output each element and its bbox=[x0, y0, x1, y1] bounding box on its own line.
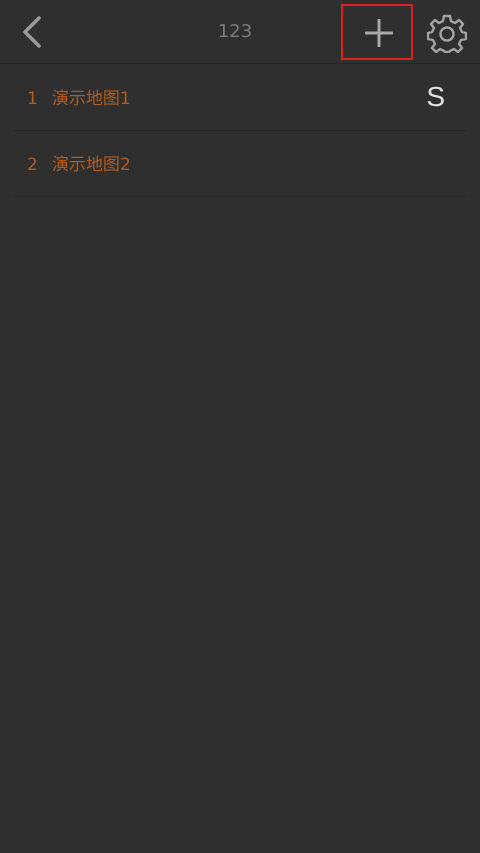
map-title: 2 演示地图2 bbox=[27, 153, 131, 177]
chevron-left-icon bbox=[23, 16, 41, 48]
settings-button[interactable] bbox=[426, 13, 468, 54]
map-list: 1 演示地图1 S 2 演示地图2 bbox=[14, 65, 466, 197]
gear-icon bbox=[426, 14, 468, 54]
map-list-item-2[interactable]: 2 演示地图2 bbox=[14, 131, 466, 197]
map-status-badge: S bbox=[426, 81, 445, 112]
map-name: 演示地图2 bbox=[51, 155, 131, 175]
map-name: 演示地图1 bbox=[51, 89, 131, 109]
plus-icon bbox=[365, 19, 393, 47]
add-map-button[interactable] bbox=[341, 4, 413, 60]
back-button[interactable] bbox=[14, 12, 54, 52]
page-title: 123 bbox=[217, 21, 253, 42]
map-list-screen: 123 1 演示地图1 S 2 演示地图2 bbox=[0, 0, 480, 853]
map-number: 1 bbox=[27, 89, 38, 109]
top-bar: 123 bbox=[0, 0, 480, 64]
map-number: 2 bbox=[27, 155, 38, 175]
map-list-item-1[interactable]: 1 演示地图1 S bbox=[14, 65, 466, 131]
map-title: 1 演示地图1 bbox=[27, 87, 131, 111]
